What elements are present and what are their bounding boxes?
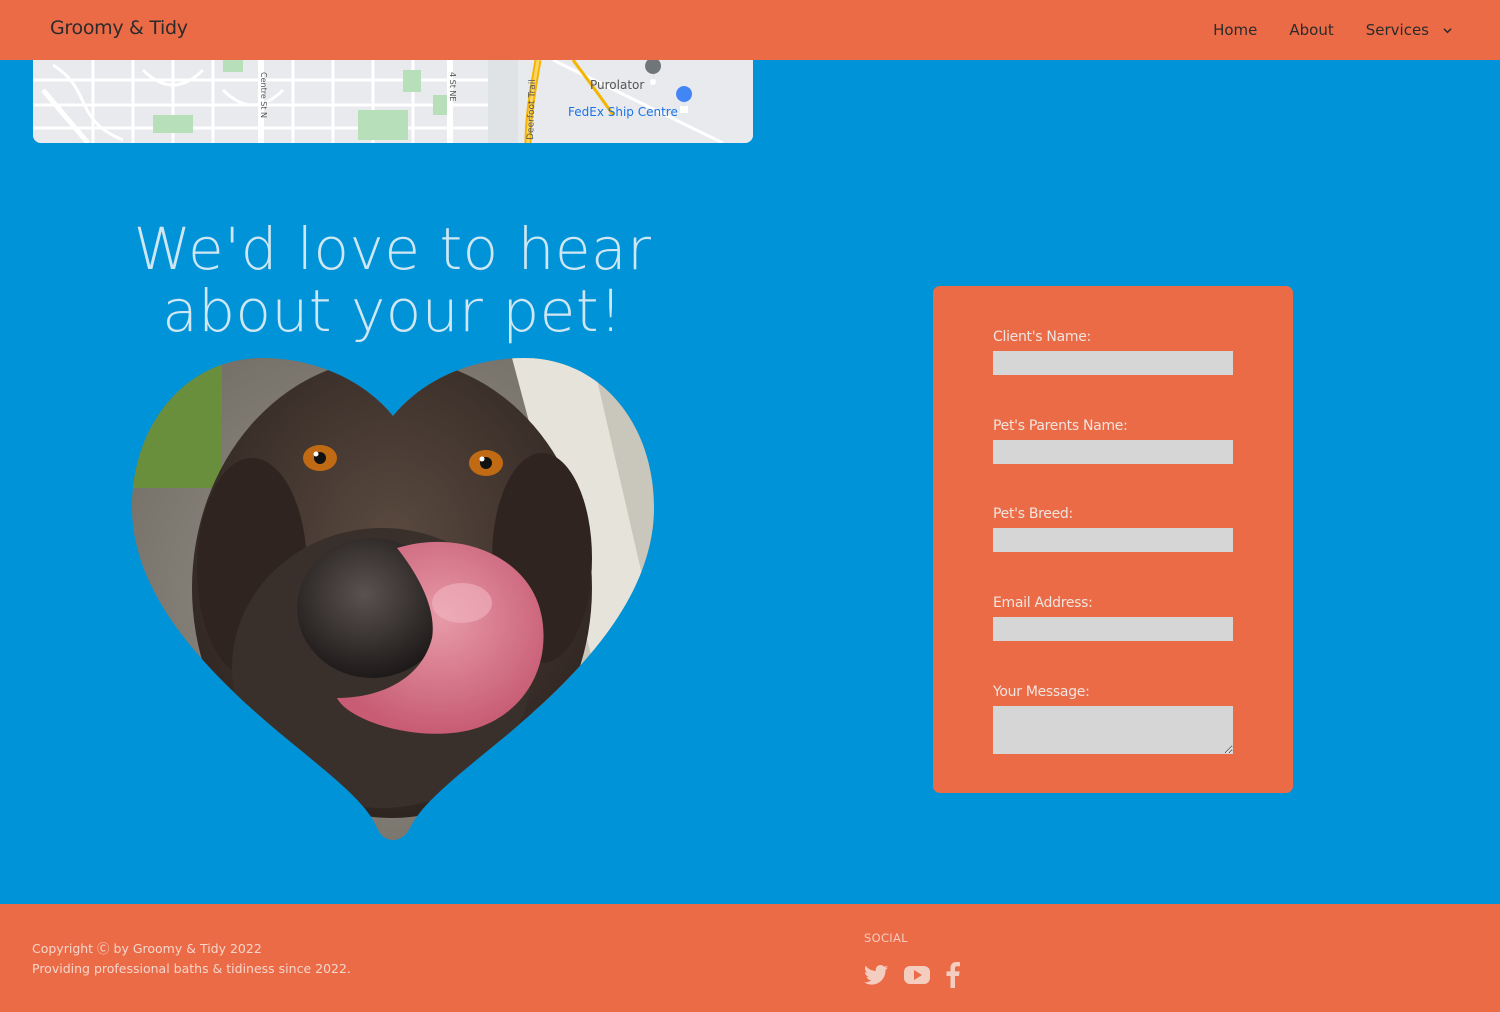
chevron-down-icon — [1443, 27, 1452, 33]
message-group: Your Message: — [993, 684, 1233, 754]
nav-services-label: Services — [1365, 21, 1429, 39]
copyright-text: Copyright Ⓒ by Groomy & Tidy 2022 — [32, 941, 262, 956]
svg-text:Purolator: Purolator — [590, 78, 644, 92]
nav-about[interactable]: About — [1289, 21, 1333, 39]
email-input[interactable] — [993, 617, 1233, 641]
site-footer: Copyright Ⓒ by Groomy & Tidy 2022 Provid… — [0, 904, 1500, 1012]
dog-heart-image — [132, 358, 654, 840]
parents-name-label: Pet's Parents Name: — [993, 418, 1128, 434]
client-name-input[interactable] — [993, 351, 1233, 375]
svg-text:4 St NE: 4 St NE — [448, 72, 457, 101]
youtube-icon[interactable] — [904, 965, 930, 989]
footer-text: Copyright Ⓒ by Groomy & Tidy 2022 Provid… — [32, 939, 351, 979]
breed-label: Pet's Breed: — [993, 506, 1073, 522]
social-links — [864, 962, 976, 992]
location-map[interactable]: Centre St N 4 St NE Deerfoot Trail Purol… — [33, 60, 753, 143]
social-heading: SOCIAL — [864, 931, 908, 945]
breed-input[interactable] — [993, 528, 1233, 552]
top-navbar: Groomy & Tidy Home About Services — [0, 0, 1500, 60]
email-group: Email Address: — [993, 595, 1233, 641]
message-label: Your Message: — [993, 684, 1090, 700]
email-label: Email Address: — [993, 595, 1093, 611]
main-nav: Home About Services — [1181, 0, 1452, 60]
twitter-icon[interactable] — [864, 965, 888, 989]
contact-form: Client's Name: Pet's Parents Name: Pet's… — [933, 286, 1293, 793]
message-textarea[interactable] — [993, 706, 1233, 754]
site-brand[interactable]: Groomy & Tidy — [50, 17, 188, 39]
nav-services[interactable]: Services — [1366, 21, 1452, 39]
tagline-text: Providing professional baths & tidiness … — [32, 961, 351, 976]
parents-name-group: Pet's Parents Name: — [993, 418, 1233, 464]
hero-title: We'd love to hear about your pet! — [133, 215, 652, 345]
svg-text:Deerfoot Trail: Deerfoot Trail — [526, 79, 538, 140]
svg-text:FedEx Ship Centre: FedEx Ship Centre — [568, 105, 678, 119]
client-name-label: Client's Name: — [993, 329, 1091, 345]
nav-home[interactable]: Home — [1213, 21, 1257, 39]
svg-text:Centre St N: Centre St N — [259, 72, 268, 118]
breed-group: Pet's Breed: — [993, 506, 1233, 552]
facebook-icon[interactable] — [946, 962, 960, 992]
client-name-group: Client's Name: — [993, 329, 1233, 375]
parents-name-input[interactable] — [993, 440, 1233, 464]
